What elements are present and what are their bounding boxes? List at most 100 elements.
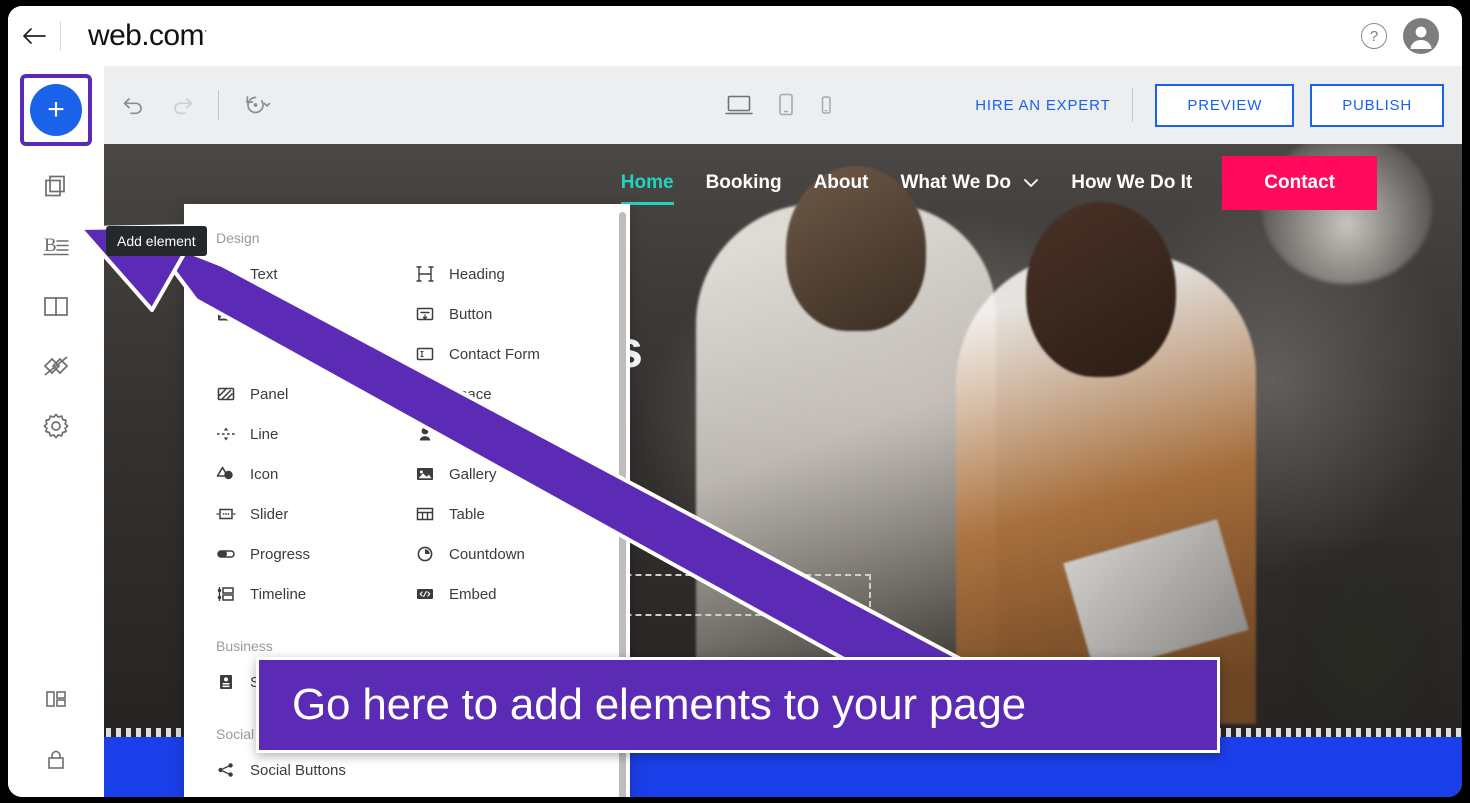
add-element-tooltip: Add element (106, 226, 207, 256)
app-header: web.com· ? (8, 6, 1462, 66)
gallery-icon (415, 464, 435, 484)
device-switcher (724, 92, 834, 118)
add-element-button[interactable]: + (30, 84, 82, 136)
element-spacer-social-2 (393, 790, 602, 797)
sidebar-bottom-group (26, 669, 86, 797)
progress-icon (216, 544, 236, 564)
preview-button[interactable]: PREVIEW (1155, 83, 1295, 127)
dashboard-grid-icon (46, 691, 66, 707)
element-label: Contact Form (449, 345, 540, 363)
sidebar-item-security[interactable] (26, 729, 86, 789)
undo-button[interactable] (114, 85, 154, 125)
element-image[interactable]: Image (184, 294, 393, 334)
element-progress[interactable]: Progress (184, 534, 393, 574)
element-instagram[interactable]: Instagram (184, 790, 393, 797)
toolbar-actions: HIRE AN EXPERT PREVIEW PUBLISH (975, 83, 1462, 127)
slider-icon (216, 504, 236, 524)
brand-logo[interactable]: web.com· (88, 19, 208, 53)
annotation-text: Go here to add elements to your page (292, 680, 1026, 729)
toolbar-divider (218, 90, 219, 120)
element-label: Text (250, 265, 278, 283)
plus-icon: + (47, 93, 65, 126)
element-button[interactable]: Button (393, 294, 602, 334)
mobile-icon (821, 96, 831, 114)
chevron-down-icon (1024, 179, 1039, 187)
toolbar-actions-divider (1132, 88, 1134, 122)
service-icon (216, 672, 236, 692)
element-contact-form[interactable]: Contact Form (393, 334, 602, 374)
contact-form-icon (415, 344, 435, 364)
sidebar-item-blog[interactable]: B (26, 216, 86, 276)
panel-icon (216, 384, 236, 404)
heading-h-icon (415, 264, 435, 284)
theme-shapes-icon (43, 356, 69, 376)
mobile-view-button[interactable] (818, 93, 834, 117)
hire-an-expert-link[interactable]: HIRE AN EXPERT (975, 97, 1132, 114)
site-nav-label: Booking (705, 172, 782, 193)
sidebar-item-settings[interactable] (26, 396, 86, 456)
lock-icon (48, 750, 64, 769)
element-heading[interactable]: Heading (393, 254, 602, 294)
sidebar-item-dashboard[interactable] (26, 669, 86, 729)
element-label: Panel (250, 385, 289, 403)
desktop-view-button[interactable] (724, 93, 754, 117)
element-label: Line (250, 425, 279, 443)
site-nav-item-how-we-do-it[interactable]: How We Do It (1071, 172, 1192, 194)
element-spacer-left (184, 334, 393, 374)
site-contact-button[interactable]: Contact (1222, 156, 1377, 210)
device-frame: web.com· ? HIRE AN EXPERT PREVIEW PUBLIS… (0, 0, 1470, 803)
element-label: Slider (250, 505, 289, 523)
svg-text:A: A (216, 267, 227, 283)
element-gallery[interactable]: Gallery (393, 454, 602, 494)
element-label: Image (250, 305, 292, 323)
line-icon (216, 424, 236, 444)
element-map[interactable]: Map (393, 414, 602, 454)
space-dashed-icon (415, 384, 435, 404)
site-nav-label: What We Do (900, 172, 1011, 193)
element-label: Timeline (250, 585, 307, 603)
element-table[interactable]: Table (393, 494, 602, 534)
element-icon[interactable]: Icon (184, 454, 393, 494)
person-two-head (1026, 202, 1176, 377)
sidebar-item-theme[interactable] (26, 336, 86, 396)
button-icon (415, 304, 435, 324)
site-nav-item-home[interactable]: Home (620, 172, 674, 205)
site-nav-items: Home Booking About What We Do How We Do … (620, 172, 1192, 205)
element-label: Map (449, 425, 479, 443)
share-icon (216, 760, 236, 780)
blank-icon (415, 760, 435, 780)
redo-button[interactable] (162, 85, 202, 125)
desktop-icon (725, 95, 753, 115)
sidebar-item-pages[interactable] (26, 156, 86, 216)
site-nav-item-booking[interactable]: Booking (706, 172, 782, 194)
svg-text:B: B (44, 235, 57, 256)
site-nav-item-about[interactable]: About (814, 172, 869, 194)
panel-grid-design: Aa Text Heading Image Button Contact For… (184, 254, 618, 614)
brand-label: web.com (88, 19, 204, 52)
site-nav-label: About (813, 172, 869, 193)
left-sidebar: + B (8, 66, 104, 797)
element-countdown[interactable]: Countdown (393, 534, 602, 574)
element-timeline[interactable]: Timeline (184, 574, 393, 614)
sidebar-item-sections[interactable] (26, 276, 86, 336)
avatar[interactable] (1403, 18, 1439, 54)
element-slider[interactable]: Slider (184, 494, 393, 534)
element-label: Gallery (449, 465, 497, 483)
tablet-view-button[interactable] (776, 92, 796, 118)
help-icon[interactable]: ? (1361, 23, 1387, 49)
element-embed[interactable]: Embed (393, 574, 602, 614)
embed-code-icon (415, 584, 435, 604)
element-panel[interactable]: Panel (184, 374, 393, 414)
panel-grid-social: Social Buttons Instagram (184, 750, 618, 797)
back-button[interactable] (8, 6, 60, 66)
publish-button[interactable]: PUBLISH (1310, 83, 1444, 127)
blog-text-icon: B (43, 235, 69, 256)
shapes-icon (216, 464, 236, 484)
element-social-buttons[interactable]: Social Buttons (184, 750, 393, 790)
element-line[interactable]: Line (184, 414, 393, 454)
blank-icon (216, 344, 236, 364)
element-space[interactable]: Space (393, 374, 602, 414)
element-text[interactable]: Aa Text (184, 254, 393, 294)
site-nav-item-what-we-do[interactable]: What We Do (900, 172, 1039, 194)
revert-history-button[interactable] (235, 85, 275, 125)
